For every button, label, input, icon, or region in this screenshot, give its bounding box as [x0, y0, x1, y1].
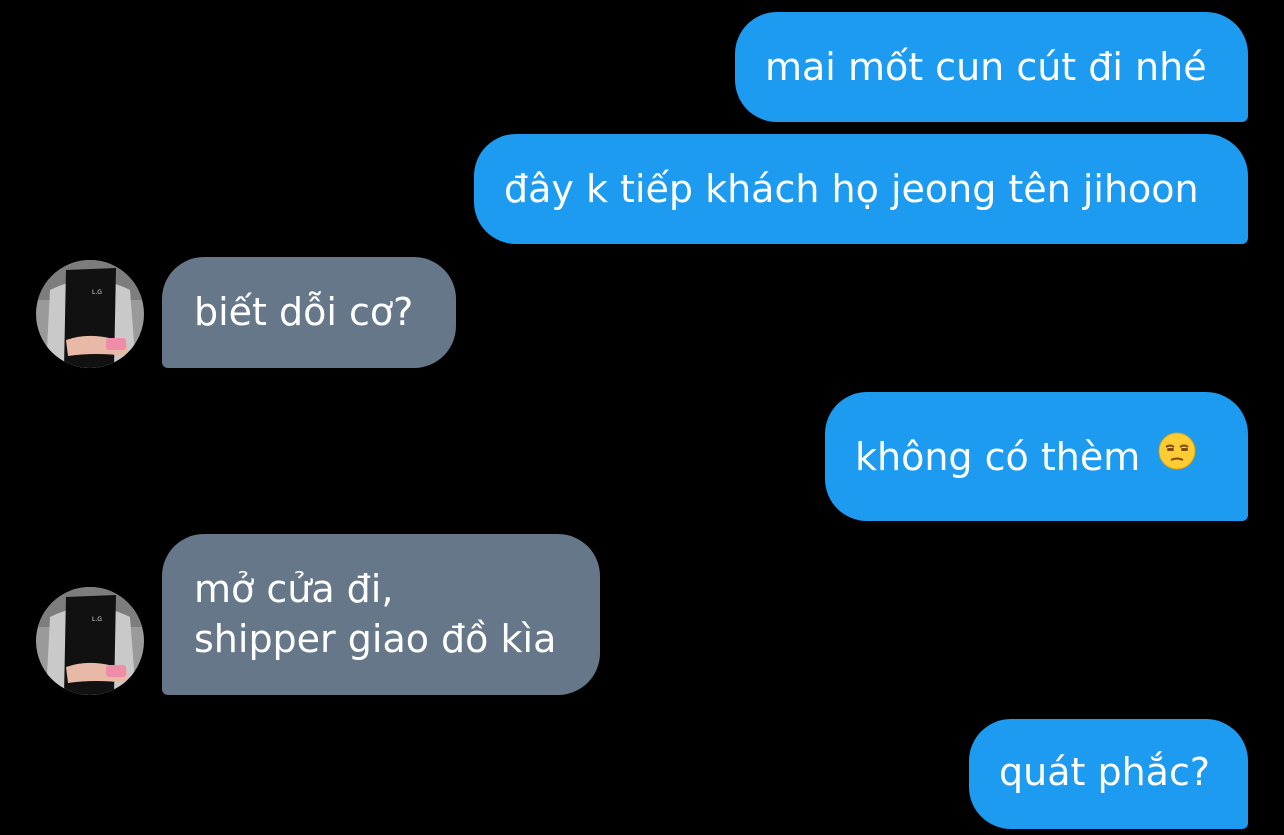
avatar-icon[interactable]: L.G: [36, 587, 144, 695]
svg-text:L.G: L.G: [92, 616, 102, 623]
message-bubble-received[interactable]: biết dỗi cơ?: [162, 257, 456, 368]
message-bubble-sent[interactable]: quát phắc?: [969, 719, 1248, 829]
svg-text:L.G: L.G: [92, 289, 102, 296]
message-text: đây k tiếp khách họ jeong tên jihoon: [504, 167, 1199, 211]
message-bubble-received[interactable]: mở cửa đi, shipper giao đồ kìa: [162, 534, 600, 695]
message-text: quát phắc?: [999, 750, 1211, 794]
message-bubble-sent[interactable]: đây k tiếp khách họ jeong tên jihoon: [474, 134, 1248, 244]
avatar-icon[interactable]: L.G: [36, 260, 144, 368]
message-text: mai mốt cun cút đi nhé: [765, 45, 1207, 89]
message-text-line: shipper giao đồ kìa: [194, 617, 557, 661]
message-text-line: mở cửa đi,: [194, 567, 394, 611]
message-text: biết dỗi cơ?: [194, 290, 414, 334]
message-bubble-sent[interactable]: mai mốt cun cút đi nhé: [735, 12, 1248, 122]
unamused-face-icon: [1158, 432, 1196, 482]
message-text: không có thèm: [855, 435, 1141, 479]
message-bubble-sent[interactable]: không có thèm: [825, 392, 1248, 521]
